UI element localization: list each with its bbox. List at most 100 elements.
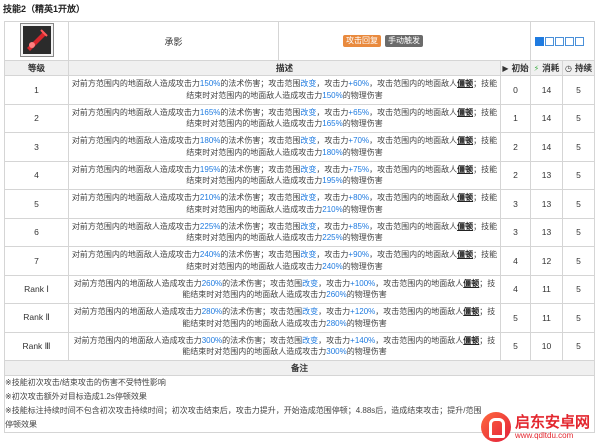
desc-fragment: 的物理伤害 <box>342 147 383 157</box>
desc-fragment: +60% <box>348 79 370 89</box>
desc-fragment: 改变 <box>302 307 319 317</box>
watermark-logo-icon <box>480 412 511 442</box>
desc-fragment: 240% <box>322 261 343 271</box>
desc-fragment: ，攻击力 <box>316 193 349 203</box>
bolt-icon: ⚡ <box>533 64 540 73</box>
desc-fragment: 改变 <box>302 335 319 345</box>
desc-fragment: 260% <box>326 290 347 300</box>
desc-fragment: 对前方范围内的地面敌人造成攻击力 <box>71 107 200 117</box>
tag-manual-trigger: 手动触发 <box>385 35 423 47</box>
row-initial: 5 <box>500 303 531 333</box>
row-cost: 13 <box>530 217 563 247</box>
desc-fragment: 165% <box>322 119 343 129</box>
desc-fragment: 210% <box>199 193 221 203</box>
desc-fragment: 150% <box>199 79 221 89</box>
desc-fragment: 195% <box>322 176 343 186</box>
desc-fragment: 对前方范围内的地面敌人造成攻击力 <box>71 193 200 203</box>
desc-fragment: 僵顿 <box>457 250 474 260</box>
sp-square <box>535 37 544 47</box>
row-desc: 对前方范围内的地面敌人造成攻击力 165% 的法术伤害；攻击范围改变，攻击力+65%… <box>68 103 501 133</box>
desc-fragment: 僵顿 <box>463 335 480 345</box>
row-initial: 2 <box>500 132 531 162</box>
desc-fragment: +100% <box>350 278 376 288</box>
column-header-row: 等级 描述 ▶ 初始 ⚡ 消耗 ◷ 持续 <box>4 60 595 76</box>
row-duration: 5 <box>562 103 595 133</box>
desc-fragment: 的法术伤害；攻击范围 <box>220 136 301 146</box>
desc-fragment: 300% <box>201 335 223 345</box>
desc-fragment: 的物理伤害 <box>342 204 383 214</box>
note-line: ※初次攻击额外对目标造成1.2s停顿效果 <box>5 392 147 401</box>
watermark-sub: www.qdltdu.com <box>514 430 574 440</box>
table-row: 7 对前方范围内的地面敌人造成攻击力240%的法术伤害；攻击范围改变，攻击力+90… <box>4 246 595 276</box>
desc-fragment: 180% <box>322 147 343 157</box>
watermark-main: 启东安卓网 <box>514 413 590 431</box>
desc-fragment: ，攻击范围内的地面敌人 <box>369 193 458 203</box>
desc-fragment: 280% <box>326 318 347 328</box>
desc-fragment: 的法术伤害；攻击范围 <box>220 107 301 117</box>
desc-fragment: 的法术伤害；攻击范围 <box>222 278 303 288</box>
row-cost: 13 <box>530 189 563 219</box>
row-duration: 5 <box>562 303 595 333</box>
row-initial: 3 <box>500 189 531 219</box>
desc-fragment: ，攻击范围内的地面敌人 <box>369 250 458 260</box>
desc-fragment: 对前方范围内的地面敌人造成攻击力 <box>71 164 200 174</box>
row-initial: 2 <box>500 160 531 190</box>
row-duration: 5 <box>562 189 595 219</box>
desc-fragment: ，攻击力 <box>316 250 349 260</box>
row-cost: 14 <box>530 103 563 133</box>
table-row: 4 对前方范围内的地面敌人造成攻击力195%的法术伤害；攻击范围改变，攻击力+75… <box>4 160 595 190</box>
sp-square <box>555 37 564 47</box>
desc-fragment: 对前方范围内的地面敌人造成攻击力 <box>73 278 202 288</box>
desc-fragment: 的物理伤害 <box>342 176 383 186</box>
desc-fragment: 改变 <box>302 278 319 288</box>
row-level: 5 <box>4 189 69 219</box>
desc-fragment: 改变 <box>300 250 317 260</box>
desc-fragment: 僵顿 <box>457 79 474 89</box>
row-cost: 11 <box>530 303 563 333</box>
row-cost: 14 <box>530 132 563 162</box>
watermark: 启东安卓网 www.qdltdu.com <box>480 412 590 442</box>
desc-fragment: ，攻击力 <box>316 107 349 117</box>
tag-attack-recovery: 攻击回复 <box>343 35 381 47</box>
desc-fragment: ，攻击范围内的地面敌人 <box>369 164 458 174</box>
desc-fragment: 僵顿 <box>457 221 474 231</box>
row-duration: 5 <box>562 160 595 190</box>
desc-fragment: 240% <box>199 250 221 260</box>
desc-fragment: 改变 <box>300 107 317 117</box>
row-cost: 11 <box>530 274 563 304</box>
row-desc: 对前方范围内的地面敌人造成攻击力150%的法术伤害；攻击范围改变，攻击力+60%… <box>68 75 501 105</box>
desc-fragment: 改变 <box>300 164 317 174</box>
desc-fragment: +90% <box>348 250 370 260</box>
desc-fragment: 的物理伤害 <box>342 119 383 129</box>
play-icon: ▶ <box>502 64 509 73</box>
row-desc: 对前方范围内的地面敌人造成攻击力240%的法术伤害；攻击范围改变，攻击力+90%… <box>68 246 501 276</box>
sp-square <box>575 37 584 47</box>
row-level: 2 <box>4 103 69 133</box>
col-cost: ⚡ 消耗 <box>530 60 563 76</box>
skill-header-row: 承影 攻击回复 手动触发 <box>4 21 595 61</box>
col-level: 等级 <box>4 60 69 76</box>
desc-fragment: 的法术伤害；攻击范围 <box>220 79 301 89</box>
table-row: 5 对前方范围内的地面敌人造成攻击力210%的法术伤害；攻击范围改变，攻击力+80… <box>4 189 595 219</box>
desc-fragment: +70% <box>348 136 370 146</box>
desc-fragment: +65% <box>348 107 370 117</box>
desc-fragment: 180% <box>199 136 221 146</box>
row-duration: 5 <box>562 246 595 276</box>
skill-tags: 攻击回复 手动触发 <box>278 21 531 61</box>
row-level: Rank Ⅱ <box>4 303 69 333</box>
desc-fragment: ，攻击力 <box>316 79 349 89</box>
row-level: 7 <box>4 246 69 276</box>
desc-fragment: 对前方范围内的地面敌人造成攻击力 <box>71 221 200 231</box>
row-initial: 1 <box>500 103 531 133</box>
desc-fragment: 僵顿 <box>463 278 480 288</box>
desc-fragment: ，攻击力 <box>316 221 349 231</box>
desc-fragment: ，攻击力 <box>318 307 351 317</box>
row-desc: 对前方范围内的地面敌人造成攻击力280%的法术伤害；攻击范围改变，攻击力+120… <box>68 303 501 333</box>
desc-fragment: 僵顿 <box>457 136 474 146</box>
desc-fragment: 的法术伤害；攻击范围 <box>222 335 303 345</box>
desc-fragment: 对前方范围内的地面敌人造成攻击力 <box>71 136 200 146</box>
sp-indicator <box>530 21 595 61</box>
row-desc: 对前方范围内的地面敌人造成攻击力225%的法术伤害；攻击范围改变，攻击力+85%… <box>68 217 501 247</box>
desc-fragment: 改变 <box>300 79 317 89</box>
row-cost: 10 <box>530 331 563 361</box>
